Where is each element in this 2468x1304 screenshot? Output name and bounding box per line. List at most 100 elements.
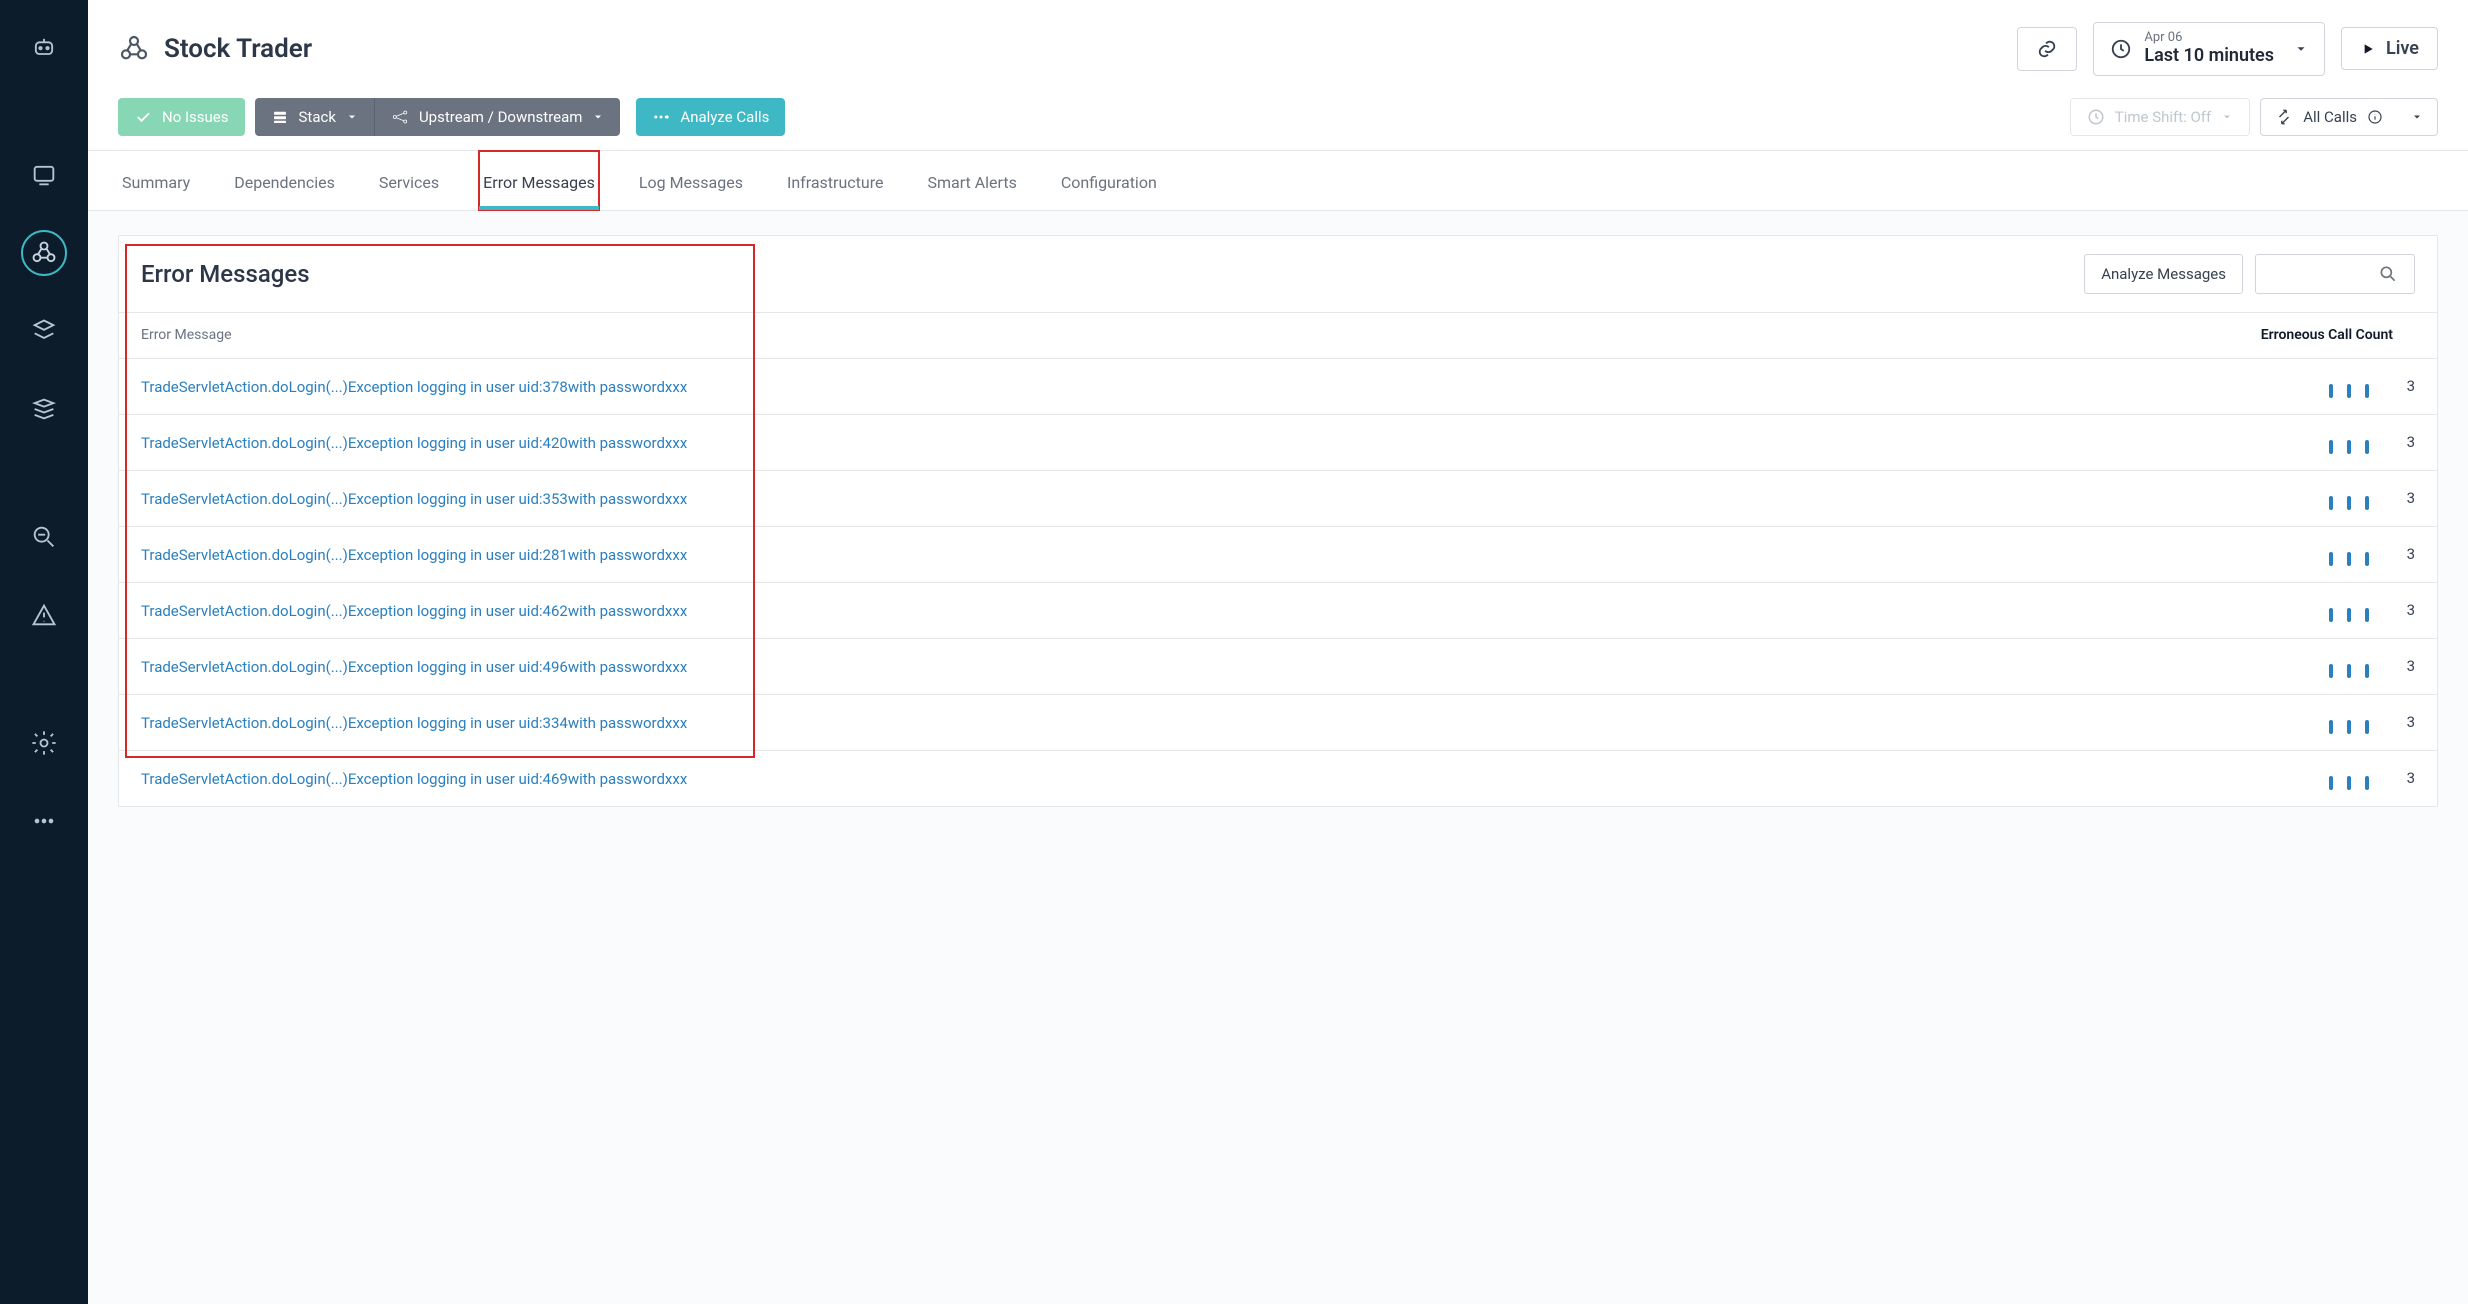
chevron-down-icon (2221, 111, 2233, 123)
platforms-icon (30, 317, 58, 345)
nav-item-infra[interactable] (21, 386, 67, 432)
tab-summary[interactable]: Summary (118, 151, 194, 210)
time-shift-dropdown[interactable]: Time Shift: Off (2070, 98, 2250, 136)
call-count: 3 (2401, 769, 2415, 787)
table-row[interactable]: TradeServletAction.doLogin(...)Exception… (119, 470, 2437, 526)
tab-log-messages[interactable]: Log Messages (635, 151, 747, 210)
play-icon (2360, 41, 2376, 57)
sort-desc-icon (2401, 328, 2415, 342)
panel-title: Error Messages (141, 260, 2072, 288)
sparkline (2329, 374, 2385, 398)
chevron-down-icon (2411, 111, 2423, 123)
tab-services[interactable]: Services (375, 151, 443, 210)
table-row[interactable]: TradeServletAction.doLogin(...)Exception… (119, 358, 2437, 414)
table-row[interactable]: TradeServletAction.doLogin(...)Exception… (119, 750, 2437, 806)
col-header-count[interactable]: Erroneous Call Count (2215, 327, 2415, 343)
call-count: 3 (2401, 377, 2415, 395)
call-count: 3 (2401, 601, 2415, 619)
table-row[interactable]: TradeServletAction.doLogin(...)Exception… (119, 526, 2437, 582)
analyze-icon (30, 523, 58, 551)
sparkline (2329, 430, 2385, 454)
upstream-downstream-label: Upstream / Downstream (419, 108, 582, 126)
stack-dropdown[interactable]: Stack (255, 98, 374, 136)
toolbar: No Issues Stack Upstream / Downstream An… (88, 90, 2468, 151)
sparkline (2329, 598, 2385, 622)
error-message-link[interactable]: TradeServletAction.doLogin(...)Exception… (141, 714, 687, 732)
search-input[interactable] (2255, 254, 2415, 294)
error-message-link[interactable]: TradeServletAction.doLogin(...)Exception… (141, 378, 687, 396)
page-header: Stock Trader Apr 06 Last 10 minutes Live (88, 0, 2468, 90)
nav-item-analyze[interactable] (21, 514, 67, 560)
share-link-button[interactable] (2017, 27, 2077, 71)
nav-item-settings[interactable] (21, 720, 67, 766)
apps-icon (30, 239, 58, 267)
call-count: 3 (2401, 489, 2415, 507)
error-message-link[interactable]: TradeServletAction.doLogin(...)Exception… (141, 490, 687, 508)
nav-item-apps[interactable] (21, 230, 67, 276)
sparkline (2329, 486, 2385, 510)
sparkline (2329, 654, 2385, 678)
clock-icon (2110, 38, 2132, 60)
apps-icon (118, 33, 150, 65)
error-messages-table: Error Message Erroneous Call Count Trade… (119, 312, 2437, 806)
tab-infrastructure[interactable]: Infrastructure (783, 151, 887, 210)
sparkline (2329, 542, 2385, 566)
live-label: Live (2386, 38, 2419, 59)
call-count: 3 (2401, 545, 2415, 563)
nav-rail (0, 0, 88, 1304)
all-calls-dropdown[interactable]: All Calls (2260, 98, 2438, 136)
nav-item-more[interactable] (21, 798, 67, 844)
tab-error-messages[interactable]: Error Messages (479, 151, 599, 210)
nav-item-robot[interactable] (21, 24, 67, 70)
page-title: Stock Trader (164, 34, 312, 64)
infra-icon (30, 395, 58, 423)
table-row[interactable]: TradeServletAction.doLogin(...)Exception… (119, 582, 2437, 638)
analyze-calls-button[interactable]: Analyze Calls (636, 98, 785, 136)
all-calls-icon (2275, 108, 2293, 126)
nav-item-events[interactable] (21, 592, 67, 638)
sparkline (2329, 710, 2385, 734)
error-message-link[interactable]: TradeServletAction.doLogin(...)Exception… (141, 770, 687, 788)
chevron-down-icon (2294, 42, 2308, 56)
upstream-downstream-dropdown[interactable]: Upstream / Downstream (374, 98, 620, 136)
upstream-downstream-icon (391, 108, 409, 126)
error-message-link[interactable]: TradeServletAction.doLogin(...)Exception… (141, 658, 687, 676)
sparkline (2329, 766, 2385, 790)
no-issues-badge[interactable]: No Issues (118, 98, 245, 136)
table-row[interactable]: TradeServletAction.doLogin(...)Exception… (119, 638, 2437, 694)
live-button[interactable]: Live (2341, 27, 2438, 70)
robot-icon (30, 33, 58, 61)
error-message-link[interactable]: TradeServletAction.doLogin(...)Exception… (141, 546, 687, 564)
tabs: Summary Dependencies Services Error Mess… (88, 151, 2468, 211)
time-shift-label: Time Shift: Off (2115, 108, 2211, 126)
tab-dependencies[interactable]: Dependencies (230, 151, 339, 210)
clock-icon (2087, 108, 2105, 126)
all-calls-label: All Calls (2303, 108, 2357, 126)
error-message-link[interactable]: TradeServletAction.doLogin(...)Exception… (141, 602, 687, 620)
table-row[interactable]: TradeServletAction.doLogin(...)Exception… (119, 694, 2437, 750)
nav-item-website[interactable] (21, 152, 67, 198)
link-icon (2036, 38, 2058, 60)
call-count: 3 (2401, 713, 2415, 731)
analyze-messages-button[interactable]: Analyze Messages (2084, 254, 2243, 294)
chevron-down-icon (346, 111, 358, 123)
table-row[interactable]: TradeServletAction.doLogin(...)Exception… (119, 414, 2437, 470)
time-range-picker[interactable]: Apr 06 Last 10 minutes (2093, 22, 2325, 76)
search-icon (2378, 264, 2398, 284)
error-message-link[interactable]: TradeServletAction.doLogin(...)Exception… (141, 434, 687, 452)
tab-smart-alerts[interactable]: Smart Alerts (923, 151, 1020, 210)
check-icon (134, 108, 152, 126)
call-count: 3 (2401, 433, 2415, 451)
time-range-date: Apr 06 (2144, 31, 2274, 46)
website-icon (30, 161, 58, 189)
tab-configuration[interactable]: Configuration (1057, 151, 1161, 210)
chevron-down-icon (592, 111, 604, 123)
time-range-label: Last 10 minutes (2144, 46, 2274, 67)
nav-item-platforms[interactable] (21, 308, 67, 354)
more-icon (30, 807, 58, 835)
analyze-calls-label: Analyze Calls (680, 108, 769, 126)
events-icon (30, 601, 58, 629)
call-count: 3 (2401, 657, 2415, 675)
col-header-message[interactable]: Error Message (141, 327, 2215, 343)
stack-icon (271, 108, 289, 126)
